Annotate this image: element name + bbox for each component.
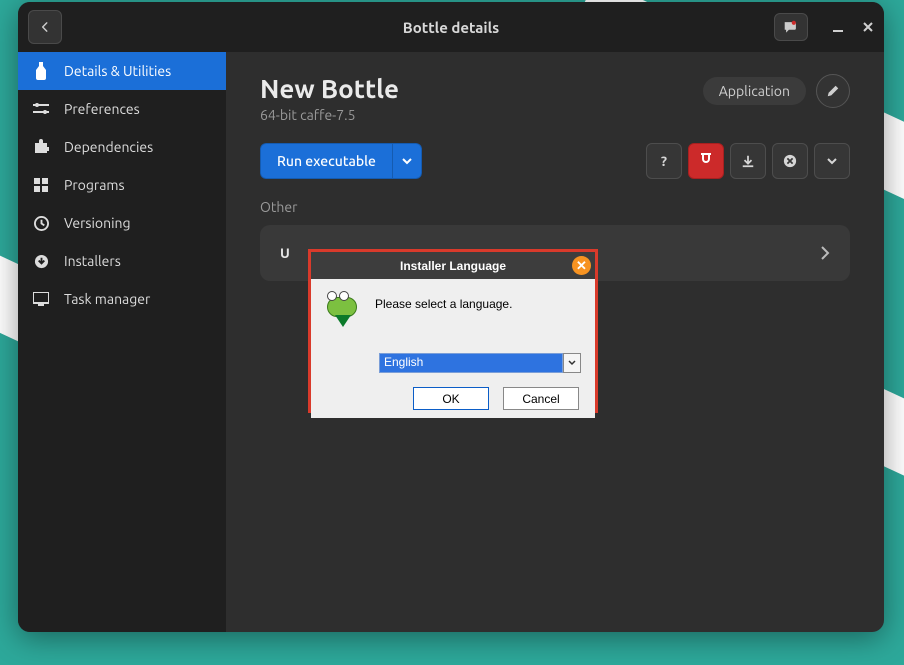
sidebar-item-label: Installers — [64, 253, 121, 269]
backup-button[interactable] — [730, 143, 766, 179]
window-title: Bottle details — [18, 19, 884, 36]
language-value[interactable]: English — [379, 353, 563, 373]
puzzle-icon — [32, 139, 50, 155]
download-circle-icon — [32, 254, 50, 269]
installer-language-dialog: Installer Language ✕ Please select a lan… — [308, 249, 598, 413]
dialog-message-row: Please select a language. — [325, 295, 581, 331]
caret-down-icon — [827, 156, 837, 166]
power-button[interactable] — [688, 143, 724, 179]
dialog-body: Please select a language. English OK Can… — [311, 279, 595, 418]
back-button[interactable] — [28, 10, 62, 44]
more-dropdown[interactable] — [814, 143, 850, 179]
ok-button[interactable]: OK — [413, 387, 489, 410]
dialog-message: Please select a language. — [375, 295, 512, 311]
content-header: New Bottle 64-bit caffe-7.5 Application — [260, 74, 850, 123]
installer-mascot-icon — [325, 295, 361, 331]
feedback-button[interactable] — [774, 13, 808, 41]
window-controls — [774, 13, 874, 41]
stop-button[interactable] — [772, 143, 808, 179]
dialog-close-button[interactable]: ✕ — [572, 256, 591, 275]
sidebar-item-label: Programs — [64, 177, 125, 193]
run-executable-group: Run executable — [260, 143, 422, 179]
sidebar-item-details[interactable]: Details & Utilities — [18, 52, 226, 90]
sidebar-item-label: Preferences — [64, 101, 140, 117]
pencil-icon — [826, 84, 840, 98]
run-executable-dropdown[interactable] — [392, 143, 422, 179]
sidebar-item-label: Details & Utilities — [64, 63, 171, 79]
sidebar-item-label: Dependencies — [64, 139, 153, 155]
sidebar-item-programs[interactable]: Programs — [18, 166, 226, 204]
sidebar-item-dependencies[interactable]: Dependencies — [18, 128, 226, 166]
section-label-other: Other — [260, 199, 850, 215]
edit-button[interactable] — [816, 74, 850, 108]
sliders-icon — [32, 102, 50, 116]
toolbar-buttons: ? — [646, 143, 850, 179]
other-item-label: U — [280, 245, 290, 261]
sidebar-item-label: Task manager — [64, 291, 150, 307]
sidebar-item-versioning[interactable]: Versioning — [18, 204, 226, 242]
chevron-left-icon — [38, 20, 52, 34]
run-executable-button[interactable]: Run executable — [260, 143, 392, 179]
question-icon: ? — [661, 153, 667, 169]
action-row: Run executable ? — [260, 143, 850, 179]
download-icon — [741, 154, 755, 168]
dialog-buttons: OK Cancel — [325, 387, 581, 410]
close-icon: ✕ — [576, 258, 587, 274]
dialog-titlebar: Installer Language ✕ — [311, 252, 595, 279]
sidebar-item-label: Versioning — [64, 215, 131, 231]
language-select[interactable]: English — [379, 353, 581, 373]
chevron-right-icon — [820, 246, 830, 260]
power-icon — [699, 153, 713, 169]
environment-pill: Application — [703, 77, 806, 105]
x-circle-icon — [783, 154, 797, 168]
caret-down-icon — [402, 156, 412, 166]
sidebar-item-installers[interactable]: Installers — [18, 242, 226, 280]
caret-down-icon — [568, 360, 576, 366]
sidebar-item-preferences[interactable]: Preferences — [18, 90, 226, 128]
close-icon — [862, 21, 874, 33]
bottle-subtitle: 64-bit caffe-7.5 — [260, 107, 399, 123]
clock-icon — [32, 216, 50, 231]
sidebar: Details & Utilities Preferences Dependen… — [18, 52, 226, 632]
cancel-button[interactable]: Cancel — [503, 387, 579, 410]
minimize-button[interactable] — [832, 21, 844, 33]
titlebar: Bottle details — [18, 2, 884, 52]
dialog-title: Installer Language — [400, 259, 506, 273]
bottle-title: New Bottle — [260, 74, 399, 103]
language-dropdown-button[interactable] — [563, 353, 581, 373]
bottle-icon — [32, 62, 50, 80]
sidebar-item-taskmgr[interactable]: Task manager — [18, 280, 226, 318]
close-button[interactable] — [862, 21, 874, 33]
monitor-icon — [32, 292, 50, 306]
grid-icon — [32, 178, 50, 192]
minimize-icon — [832, 21, 844, 33]
chat-bubble-icon — [782, 20, 800, 34]
help-button[interactable]: ? — [646, 143, 682, 179]
